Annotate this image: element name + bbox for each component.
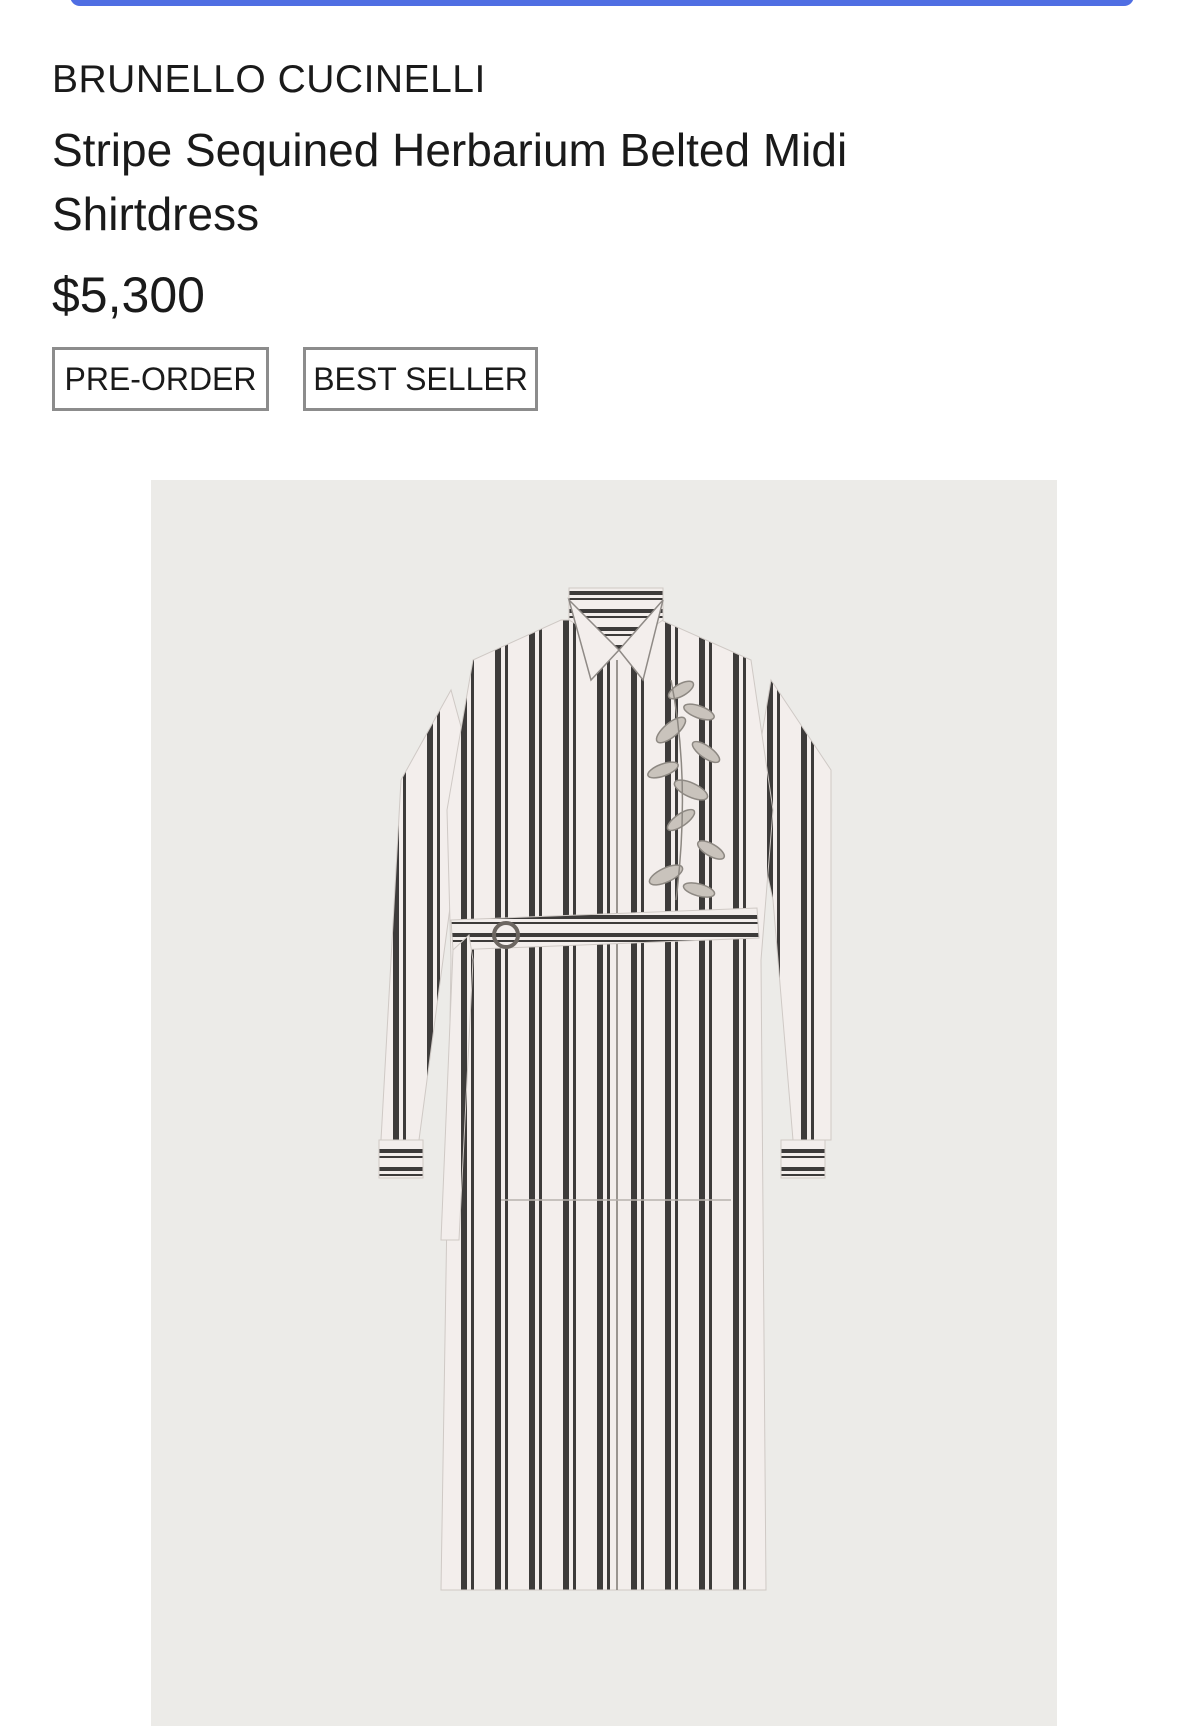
top-accent-bar <box>70 0 1134 6</box>
product-title: Stripe Sequined Herbarium Belted Midi Sh… <box>52 124 848 240</box>
product-image[interactable] <box>151 480 1057 1726</box>
pre-order-badge: PRE-ORDER <box>52 347 269 411</box>
product-price: $5,300 <box>52 267 205 323</box>
striped-shirtdress-illustration <box>378 587 832 1591</box>
best-seller-badge: BEST SELLER <box>303 347 538 411</box>
brand-name[interactable]: BRUNELLO CUCINELLI <box>52 58 486 102</box>
